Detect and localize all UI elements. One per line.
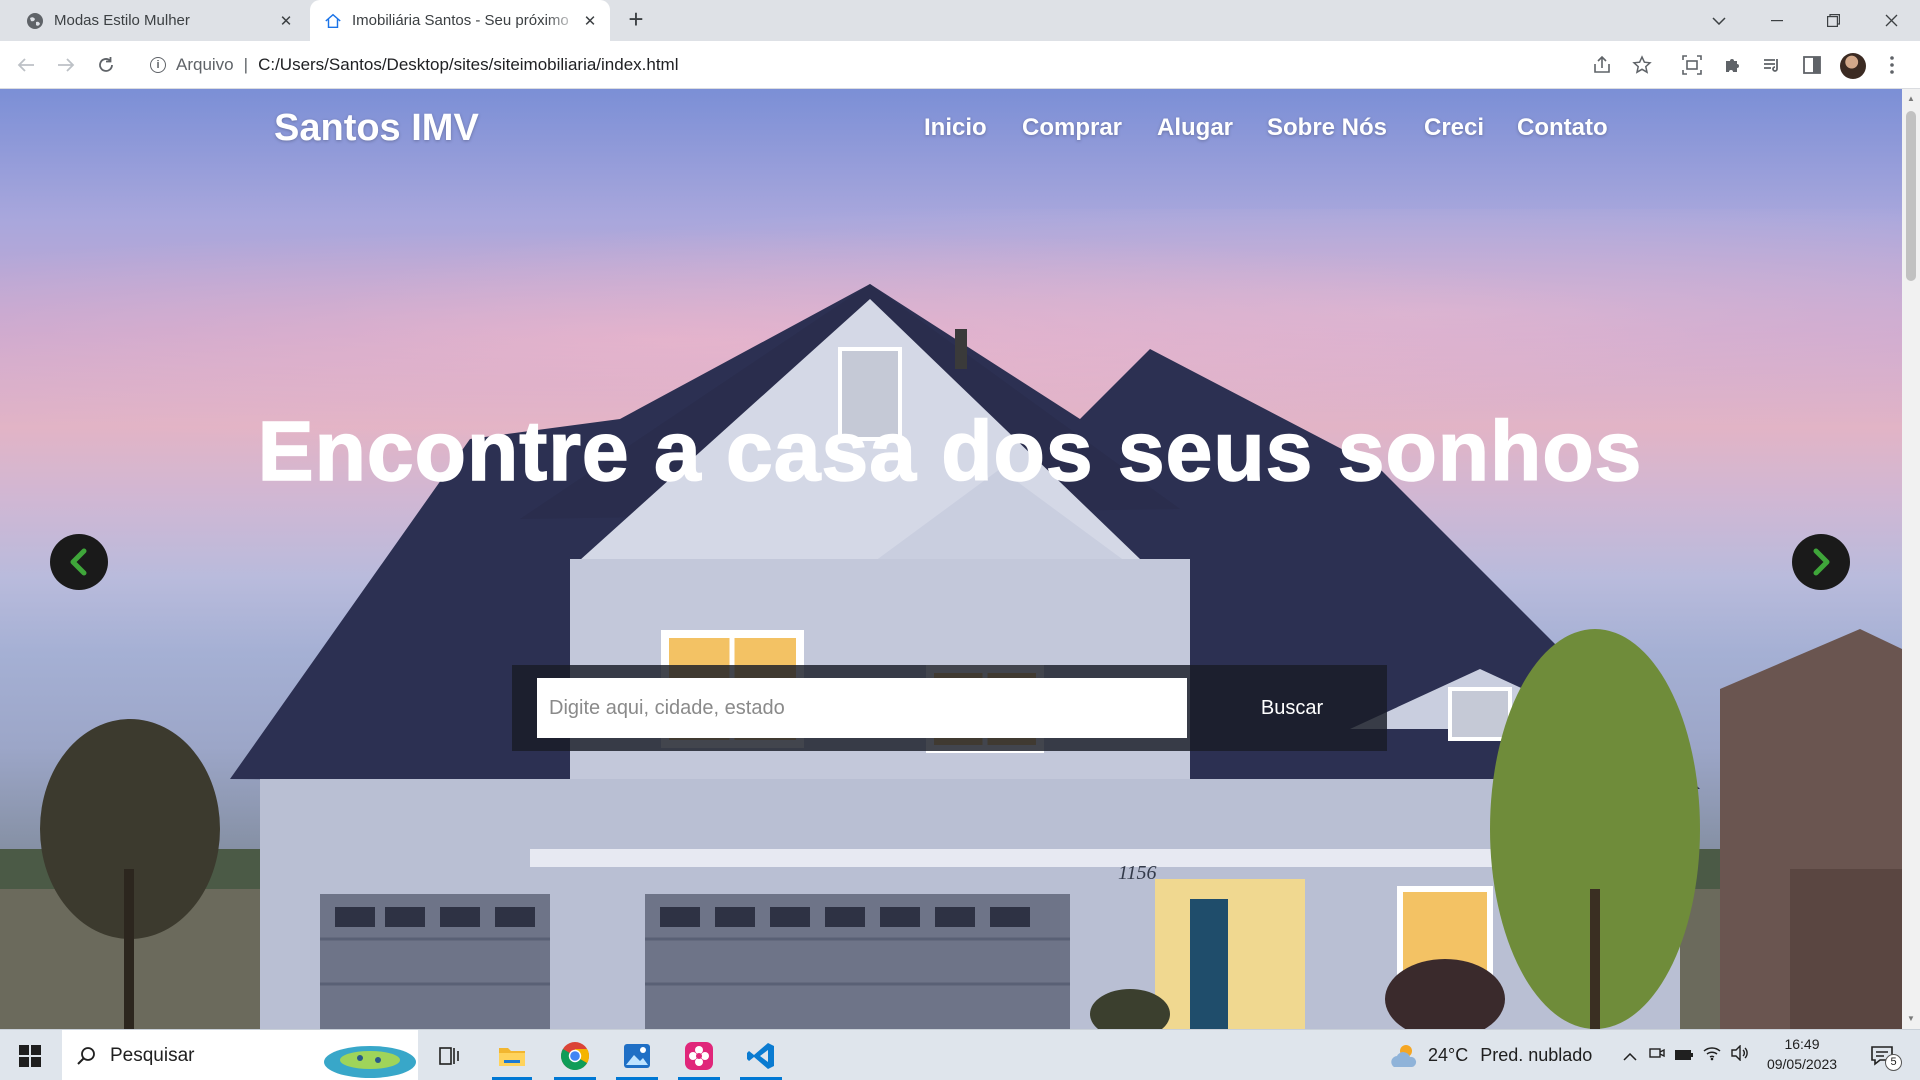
search-highlight-icon (324, 1046, 416, 1078)
home-icon (324, 12, 342, 30)
protocol-label: Arquivo (176, 55, 234, 74)
task-view-icon[interactable] (428, 1030, 472, 1080)
forward-icon[interactable] (52, 51, 80, 79)
media-queue-icon[interactable] (1760, 53, 1784, 77)
carousel-prev-button[interactable] (50, 534, 108, 590)
file-explorer-icon[interactable] (488, 1030, 536, 1080)
tab-title: Modas Estilo Mulher (54, 12, 190, 29)
wifi-icon[interactable] (1698, 1045, 1726, 1066)
photos-icon[interactable] (612, 1030, 662, 1080)
nav-alugar[interactable]: Alugar (1157, 114, 1233, 142)
tab-imobiliaria[interactable]: Imobiliária Santos - Seu próximo ✕ (310, 0, 610, 41)
tab-title: Imobiliária Santos - Seu próximo (352, 12, 569, 29)
tab-strip: Modas Estilo Mulher ✕ Imobiliária Santos… (0, 0, 1920, 41)
weather-condition: Pred. nublado (1480, 1045, 1593, 1065)
reload-icon[interactable] (92, 51, 120, 79)
weather-cloud-icon (1391, 1044, 1417, 1067)
new-tab-button[interactable]: + (622, 6, 650, 34)
search-bar: Buscar (512, 665, 1387, 751)
notification-count-badge: 5 (1885, 1054, 1902, 1071)
weather-temp: 24°C (1428, 1045, 1469, 1065)
taskbar-search-label: Pesquisar (110, 1044, 195, 1066)
profile-avatar[interactable] (1840, 53, 1866, 79)
house-number: 1156 (1118, 862, 1157, 884)
flower-app-icon[interactable] (674, 1030, 724, 1080)
url-text: C:/Users/Santos/Desktop/sites/siteimobil… (258, 55, 679, 74)
vscode-icon[interactable] (736, 1030, 786, 1080)
tab-search-chevron-icon[interactable] (1696, 0, 1742, 41)
address-bar[interactable]: i Arquivo | C:/Users/Santos/Desktop/site… (140, 48, 1660, 82)
nav-sobre-nos[interactable]: Sobre Nós (1267, 114, 1387, 142)
right-tree (1490, 629, 1700, 1029)
page-scrollbar[interactable]: ▲ ▼ (1902, 89, 1920, 1029)
site-logo[interactable]: Santos IMV (274, 107, 479, 150)
hero-headline: Encontre a casa dos seus sonhos (257, 403, 1643, 499)
windows-taskbar: Pesquisar 24°C Pred. nublado 16:49 09/05… (0, 1029, 1920, 1080)
windows-start-icon[interactable] (6, 1030, 54, 1080)
nav-creci[interactable]: Creci (1424, 114, 1484, 142)
weather-widget[interactable]: 24°C Pred. nublado (1386, 1030, 1592, 1080)
browser-toolbar: i Arquivo | C:/Users/Santos/Desktop/site… (0, 41, 1920, 89)
search-icon (77, 1046, 95, 1065)
volume-icon[interactable] (1726, 1044, 1754, 1066)
restore-icon[interactable] (1810, 0, 1856, 41)
hero-section: 1156 Santos IMV Inicio Comprar Alugar So… (0, 89, 1902, 1029)
battery-icon[interactable] (1670, 1045, 1698, 1066)
chrome-icon[interactable] (550, 1030, 600, 1080)
scrollbar-thumb[interactable] (1906, 111, 1916, 281)
clock-time: 16:49 (1784, 1036, 1820, 1052)
extensions-puzzle-icon[interactable] (1720, 53, 1744, 77)
globe-icon (26, 12, 44, 30)
tab-modas[interactable]: Modas Estilo Mulher ✕ (14, 0, 306, 41)
address-separator: | (243, 55, 249, 74)
nav-contato[interactable]: Contato (1517, 114, 1608, 142)
taskbar-search[interactable]: Pesquisar (62, 1030, 418, 1080)
house-photo: 1156 (0, 284, 1902, 1029)
close-tab-icon[interactable]: ✕ (276, 12, 296, 30)
carousel-next-button[interactable] (1792, 534, 1850, 590)
notifications-icon[interactable]: 5 (1864, 1030, 1902, 1080)
minimize-icon[interactable] (1754, 0, 1800, 41)
browser-menu-icon[interactable] (1880, 53, 1904, 77)
close-window-icon[interactable] (1868, 0, 1914, 41)
scroll-down-icon[interactable]: ▼ (1902, 1011, 1920, 1027)
side-panel-icon[interactable] (1800, 53, 1824, 77)
taskbar-clock[interactable]: 16:49 09/05/2023 (1764, 1034, 1840, 1074)
share-icon[interactable] (1590, 53, 1614, 77)
meet-now-icon[interactable] (1644, 1045, 1670, 1066)
system-tray (1616, 1030, 1754, 1080)
chevron-left-icon (70, 548, 87, 576)
search-button[interactable]: Buscar (1212, 678, 1372, 738)
nav-comprar[interactable]: Comprar (1022, 114, 1122, 142)
site-info-icon[interactable]: i (150, 57, 166, 73)
back-icon[interactable] (12, 51, 40, 79)
bookmark-star-icon[interactable] (1630, 53, 1654, 77)
nav-inicio[interactable]: Inicio (924, 114, 987, 142)
scroll-up-icon[interactable]: ▲ (1902, 91, 1920, 107)
show-hidden-icons-chevron-icon[interactable] (1616, 1045, 1644, 1066)
search-input[interactable] (537, 678, 1187, 738)
chevron-right-icon (1813, 548, 1830, 576)
close-tab-icon[interactable]: ✕ (580, 12, 600, 30)
screenshot-icon[interactable] (1680, 53, 1704, 77)
clock-date: 09/05/2023 (1766, 1056, 1838, 1072)
